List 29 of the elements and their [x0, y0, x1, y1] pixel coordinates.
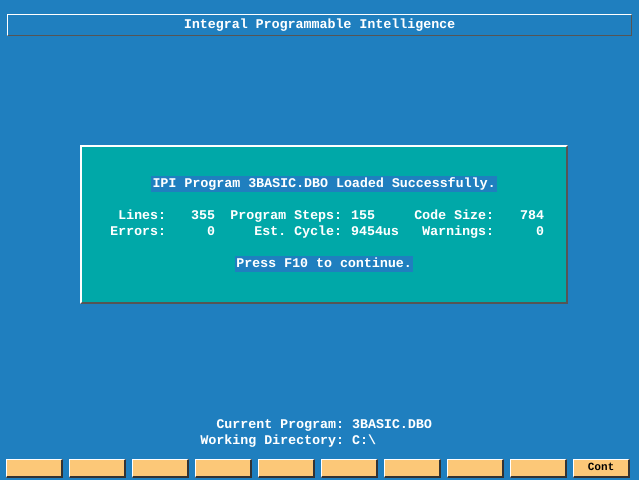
status-value: C:\ — [352, 433, 377, 449]
function-key[interactable]: Cont — [573, 459, 630, 478]
function-key[interactable] — [510, 459, 567, 478]
stat-value: 9454us — [350, 224, 400, 240]
status-value: 3BASIC.DBO — [352, 417, 433, 433]
function-key[interactable] — [258, 459, 315, 478]
continue-prompt: Press F10 to continue. — [235, 256, 413, 272]
stat-label: Code Size: — [414, 208, 494, 224]
function-key[interactable] — [132, 459, 189, 478]
function-key[interactable] — [321, 459, 378, 478]
status-label: Current Program: — [215, 417, 344, 433]
function-key[interactable] — [195, 459, 252, 478]
stat-label: Lines: — [117, 208, 166, 224]
stat-value: 0 — [206, 224, 215, 240]
dialog-heading: IPI Program 3BASIC.DBO Loaded Successfully. — [151, 176, 497, 192]
stat-value: 784 — [519, 208, 544, 224]
function-key[interactable] — [384, 459, 441, 478]
stat-value: 0 — [535, 224, 544, 240]
stat-label: Warnings: — [421, 224, 494, 240]
stat-label: Program Steps: — [229, 208, 342, 224]
stat-value: 355 — [190, 208, 215, 224]
function-key[interactable] — [69, 459, 126, 478]
function-key[interactable] — [447, 459, 504, 478]
stat-value: 155 — [350, 208, 376, 224]
stat-label: Errors: — [109, 224, 166, 240]
stat-label: Est. Cycle: — [253, 224, 342, 240]
function-key[interactable] — [6, 459, 63, 478]
window-title: Integral Programmable Intelligence — [7, 14, 632, 36]
status-label: Working Directory: — [199, 433, 344, 449]
